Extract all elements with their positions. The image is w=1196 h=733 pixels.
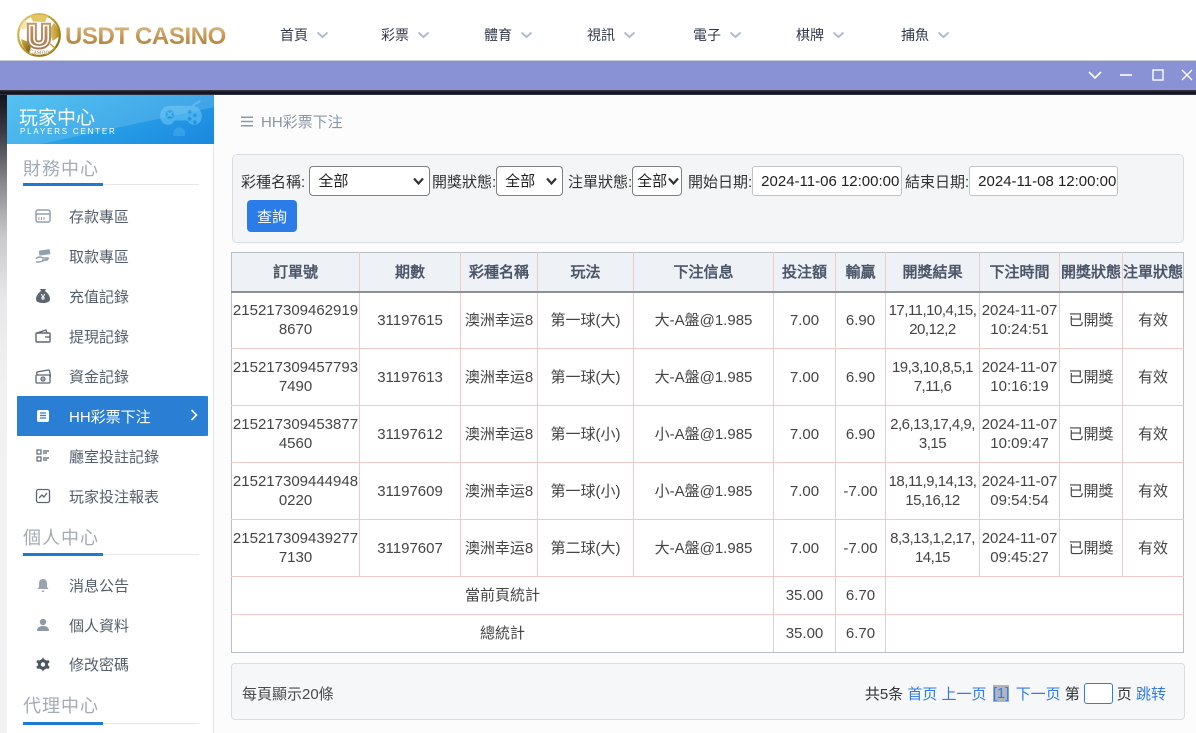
- svg-text:U: U: [28, 19, 50, 54]
- svg-text:Casino: Casino: [29, 50, 49, 56]
- svg-text:¥: ¥: [41, 293, 46, 302]
